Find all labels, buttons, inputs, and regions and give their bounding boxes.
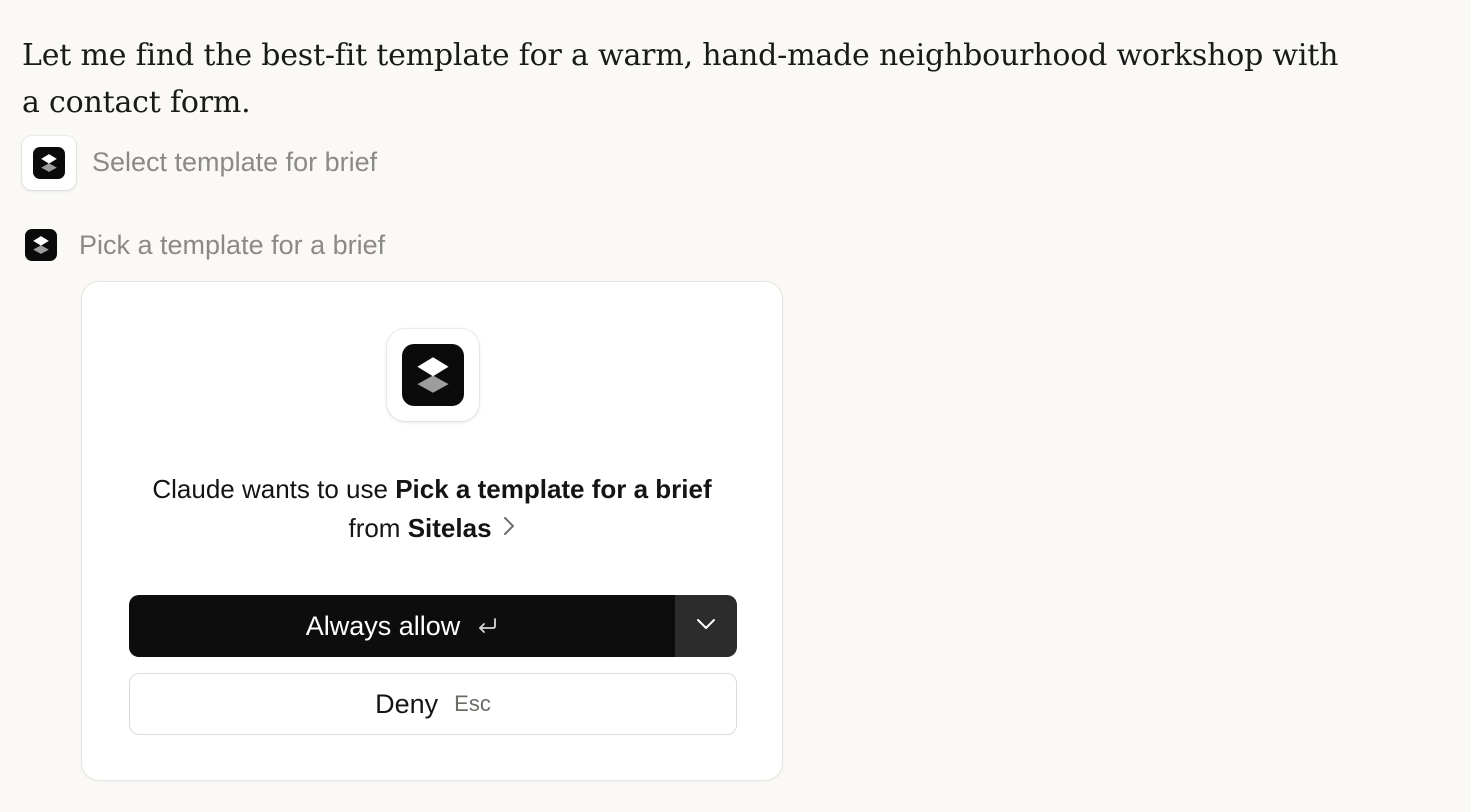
always-allow-label: Always allow bbox=[305, 610, 461, 641]
allow-button-group: Always allow bbox=[129, 595, 737, 657]
deny-button[interactable]: Deny Esc bbox=[129, 673, 737, 735]
tool-request-row: Pick a template for a brief bbox=[22, 222, 385, 268]
assistant-message: Let me find the best-fit template for a … bbox=[22, 38, 1339, 120]
sitelas-layers-icon bbox=[25, 229, 57, 261]
prompt-actor: Claude bbox=[152, 474, 235, 504]
chevron-down-icon bbox=[695, 617, 717, 636]
app-icon-tile bbox=[387, 329, 479, 421]
return-key-icon bbox=[476, 611, 498, 642]
deny-shortcut: Esc bbox=[454, 691, 491, 716]
permission-card: Claude wants to use Pick a template for … bbox=[81, 281, 783, 781]
tool-call-label: Select template for brief bbox=[92, 147, 378, 177]
allow-options-dropdown[interactable] bbox=[675, 595, 737, 657]
prompt-source[interactable]: Sitelas bbox=[408, 513, 492, 543]
sitelas-layers-icon bbox=[33, 146, 65, 179]
tool-call-row[interactable]: Select template for brief bbox=[22, 135, 377, 190]
prompt-text-before: wants to use bbox=[241, 474, 388, 504]
deny-label: Deny bbox=[375, 688, 439, 719]
tool-request-label: Pick a template for a brief bbox=[79, 229, 386, 260]
chevron-right-icon[interactable] bbox=[502, 509, 516, 548]
permission-prompt: Claude wants to use Pick a template for … bbox=[142, 470, 722, 550]
sitelas-layers-icon bbox=[402, 344, 464, 406]
always-allow-button[interactable]: Always allow bbox=[129, 595, 675, 657]
prompt-text-mid: from bbox=[348, 513, 401, 543]
tool-icon-tile bbox=[22, 135, 76, 190]
prompt-tool-name: Pick a template for a brief bbox=[395, 474, 712, 504]
